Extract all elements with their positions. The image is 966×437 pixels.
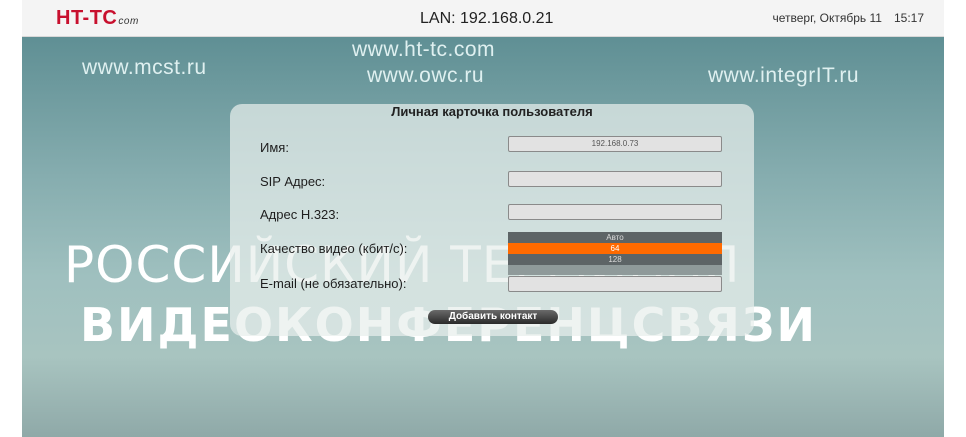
video-quality-list[interactable]: Авто 64 128 xyxy=(508,232,722,275)
h323-field[interactable] xyxy=(508,204,722,220)
time-text: 15:17 xyxy=(893,11,924,25)
add-contact-button[interactable]: Добавить контакт xyxy=(428,310,558,324)
quality-option-auto[interactable]: Авто xyxy=(508,232,722,243)
dialog-title: Личная карточка пользователя xyxy=(391,104,593,119)
logo-subtext: com xyxy=(118,16,139,27)
lan-address: LAN: 192.168.0.21 xyxy=(420,10,554,27)
user-card-dialog: Личная карточка пользователя Имя: 192.16… xyxy=(230,104,754,336)
wallpaper-url-center-1: www.ht-tc.com xyxy=(352,38,496,61)
logo-text: HT-TC xyxy=(56,7,118,29)
sip-field[interactable] xyxy=(508,171,722,187)
quality-option-blank[interactable] xyxy=(508,265,722,275)
date-time: четверг, Октябрь 11 15:17 xyxy=(772,11,924,25)
status-bar: HT-TCcom LAN: 192.168.0.21 четверг, Октя… xyxy=(22,0,944,37)
name-label: Имя: xyxy=(260,140,289,155)
wallpaper-url-right: www.integrIT.ru xyxy=(708,64,860,87)
name-field[interactable]: 192.168.0.73 xyxy=(508,136,722,152)
screen: www.mcst.ru www.ht-tc.com www.owc.ru www… xyxy=(22,0,944,437)
brand-logo: HT-TCcom xyxy=(56,7,139,30)
sip-label: SIP Адрес: xyxy=(260,174,326,189)
wallpaper-url-left: www.mcst.ru xyxy=(82,56,207,79)
h323-label: Адрес H.323: xyxy=(260,207,340,222)
email-field[interactable] xyxy=(508,276,722,292)
date-text: четверг, Октябрь 11 xyxy=(772,11,882,25)
video-quality-label: Качество видео (кбит/с): xyxy=(260,241,408,256)
quality-option-64[interactable]: 64 xyxy=(508,243,722,254)
email-label: E-mail (не обязательно): xyxy=(260,276,407,291)
quality-option-128[interactable]: 128 xyxy=(508,254,722,265)
wallpaper-url-center-2: www.owc.ru xyxy=(367,64,485,87)
